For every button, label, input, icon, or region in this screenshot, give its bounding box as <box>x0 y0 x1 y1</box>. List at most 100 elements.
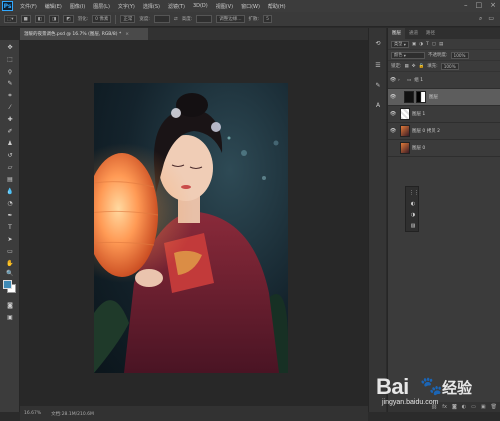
lasso-tool-icon[interactable]: ϙ <box>5 68 15 76</box>
blend-mode-select[interactable]: 颜色 ▾ <box>391 51 425 59</box>
add-selection-icon[interactable]: ◧ <box>34 15 46 23</box>
layer-row-selected[interactable]: 👁 图层 <box>388 89 500 106</box>
close-window-icon[interactable]: × <box>490 1 496 9</box>
width-input[interactable] <box>153 15 170 23</box>
layer-name: 图层 0 <box>412 146 426 151</box>
tab-channels[interactable]: 通道 <box>405 28 422 39</box>
refine-edge-button[interactable]: 调整边缘... <box>216 15 245 23</box>
new-selection-icon[interactable]: ■ <box>20 15 31 23</box>
close-tab-icon[interactable]: × <box>125 32 129 37</box>
maximize-icon[interactable]: □ <box>476 1 483 9</box>
zoom-tool-icon[interactable]: 🔍 <box>5 270 15 278</box>
marquee-tool-preset-icon[interactable]: ⬚▾ <box>4 15 17 23</box>
document-size[interactable]: 文档:28.1M/210.6M <box>51 411 94 417</box>
history-brush-icon[interactable]: ↺ <box>5 152 15 160</box>
filter-shape-icon[interactable]: ▢ <box>432 42 436 47</box>
menu-bar: Ps 文件(F) 编辑(E) 图像(I) 图层(L) 文字(Y) 选择(S) 滤… <box>0 0 500 12</box>
move-tool-icon[interactable]: ✥ <box>5 44 15 52</box>
filter-adjust-icon[interactable]: ◑ <box>419 42 423 47</box>
zoom-level[interactable]: 16.67% <box>24 411 41 416</box>
filter-pixel-icon[interactable]: ▣ <box>412 42 416 47</box>
visibility-eye-icon[interactable]: 👁 <box>388 128 398 134</box>
menu-select[interactable]: 选择(S) <box>139 3 164 10</box>
layer-name: 图层 0 拷贝 2 <box>412 129 441 134</box>
menu-type[interactable]: 文字(Y) <box>114 3 139 10</box>
intersect-selection-icon[interactable]: ◩ <box>63 15 74 23</box>
layer-row[interactable]: 👁 图层 1 <box>388 106 500 123</box>
lock-all-icon[interactable]: 🔒 <box>419 64 425 69</box>
brush-tool-icon[interactable]: ✐ <box>5 128 15 136</box>
menu-window[interactable]: 窗口(W) <box>237 3 264 10</box>
layer-row[interactable]: 图层 0 <box>388 140 500 157</box>
tab-paths[interactable]: 路径 <box>422 28 439 39</box>
blur-tool-icon[interactable]: 💧 <box>5 188 15 196</box>
document-image[interactable] <box>94 83 288 373</box>
subtract-selection-icon[interactable]: ◨ <box>49 15 60 23</box>
text-tool-icon[interactable]: T <box>5 224 15 232</box>
visibility-eye-icon[interactable]: 👁 <box>388 77 398 83</box>
height-input[interactable] <box>196 15 213 23</box>
path-select-icon[interactable]: ➤ <box>5 236 15 244</box>
kind-filter-select[interactable]: 类型 ▾ <box>391 40 409 48</box>
styles-icon[interactable]: ◑ <box>409 212 417 220</box>
menu-layer[interactable]: 图层(L) <box>89 3 114 10</box>
screen-mode-icon[interactable]: ▣ <box>5 314 15 322</box>
layer-row-group[interactable]: 👁 › ▭ 组 1 <box>388 72 500 89</box>
brush-panel-icon[interactable]: ✎ <box>373 82 383 91</box>
quick-select-tool-icon[interactable]: ✎ <box>5 80 15 88</box>
layer-name: 图层 <box>429 95 438 100</box>
opacity-input[interactable]: 100% <box>450 51 469 59</box>
window-controls: – □ × <box>464 1 496 9</box>
menu-edit[interactable]: 编辑(E) <box>41 3 66 10</box>
layer-row[interactable]: 👁 图层 0 拷贝 2 <box>388 123 500 140</box>
minimize-icon[interactable]: – <box>464 1 468 9</box>
grip-icon[interactable]: ⋮⋮ <box>409 190 419 198</box>
foreground-color-swatch[interactable] <box>3 280 12 289</box>
layer-name: 组 1 <box>414 78 424 83</box>
menu-view[interactable]: 视图(V) <box>212 3 237 10</box>
expand-chevron-icon[interactable]: › <box>398 78 404 83</box>
adjustments-icon[interactable]: ◐ <box>409 201 417 209</box>
style-select[interactable]: 正常 <box>120 15 136 23</box>
swap-icon[interactable]: ⇄ <box>174 17 178 22</box>
lock-pixels-icon[interactable]: ▦ <box>405 64 409 69</box>
feather-input[interactable]: 0 像素 <box>92 15 112 23</box>
tools-panel: ✥ ⬚ ϙ ✎ ⌗ ⁄ ✚ ✐ ♟ ↺ ▱ ▤ 💧 ◔ ✒ T ➤ ▭ ✋ 🔍 … <box>0 40 20 412</box>
eraser-tool-icon[interactable]: ▱ <box>5 164 15 172</box>
history-panel-icon[interactable]: ⟲ <box>373 40 383 49</box>
filter-smart-icon[interactable]: ▤ <box>439 42 443 47</box>
dodge-tool-icon[interactable]: ◔ <box>5 200 15 208</box>
menu-image[interactable]: 图像(I) <box>66 3 89 10</box>
character-panel-icon[interactable]: A <box>373 102 383 111</box>
menu-file[interactable]: 文件(F) <box>16 3 41 10</box>
tolerance-input[interactable]: 5 <box>263 15 272 23</box>
shape-tool-icon[interactable]: ▭ <box>5 248 15 256</box>
canvas-area[interactable] <box>20 40 368 406</box>
eyedropper-tool-icon[interactable]: ⁄ <box>5 104 15 112</box>
lock-position-icon[interactable]: ✥ <box>412 64 416 69</box>
feather-label: 羽化: <box>77 17 89 22</box>
clone-stamp-icon[interactable]: ♟ <box>5 140 15 148</box>
menu-help[interactable]: 帮助(H) <box>264 3 290 10</box>
document-tab[interactable]: 温暖的夜景调色.psd @ 16.7% (图层, RGB/8) * × <box>20 28 148 40</box>
menu-filter[interactable]: 滤镜(T) <box>164 3 189 10</box>
visibility-eye-icon[interactable]: 👁 <box>388 94 398 100</box>
fill-input[interactable]: 100% <box>440 62 459 70</box>
gradient-tool-icon[interactable]: ▤ <box>5 176 15 184</box>
visibility-eye-icon[interactable]: 👁 <box>388 111 398 117</box>
search-icon[interactable]: ⌕ <box>479 15 482 23</box>
quick-mask-icon[interactable]: ◙ <box>5 302 15 310</box>
healing-brush-icon[interactable]: ✚ <box>5 116 15 124</box>
tab-layers[interactable]: 图层 <box>388 28 405 39</box>
workspace-icon[interactable]: ▭ <box>488 15 494 23</box>
marquee-tool-icon[interactable]: ⬚ <box>5 56 15 64</box>
pen-tool-icon[interactable]: ✒ <box>5 212 15 220</box>
properties-panel-icon[interactable]: ☰ <box>373 62 383 71</box>
layer-mask-thumbnail[interactable] <box>416 91 426 103</box>
menu-3d[interactable]: 3D(D) <box>189 3 212 9</box>
hand-tool-icon[interactable]: ✋ <box>5 260 15 268</box>
fill-label: 填充: <box>427 64 438 69</box>
swatches-icon[interactable]: ▨ <box>409 223 417 231</box>
filter-type-icon[interactable]: T <box>426 42 429 47</box>
crop-tool-icon[interactable]: ⌗ <box>5 92 15 100</box>
